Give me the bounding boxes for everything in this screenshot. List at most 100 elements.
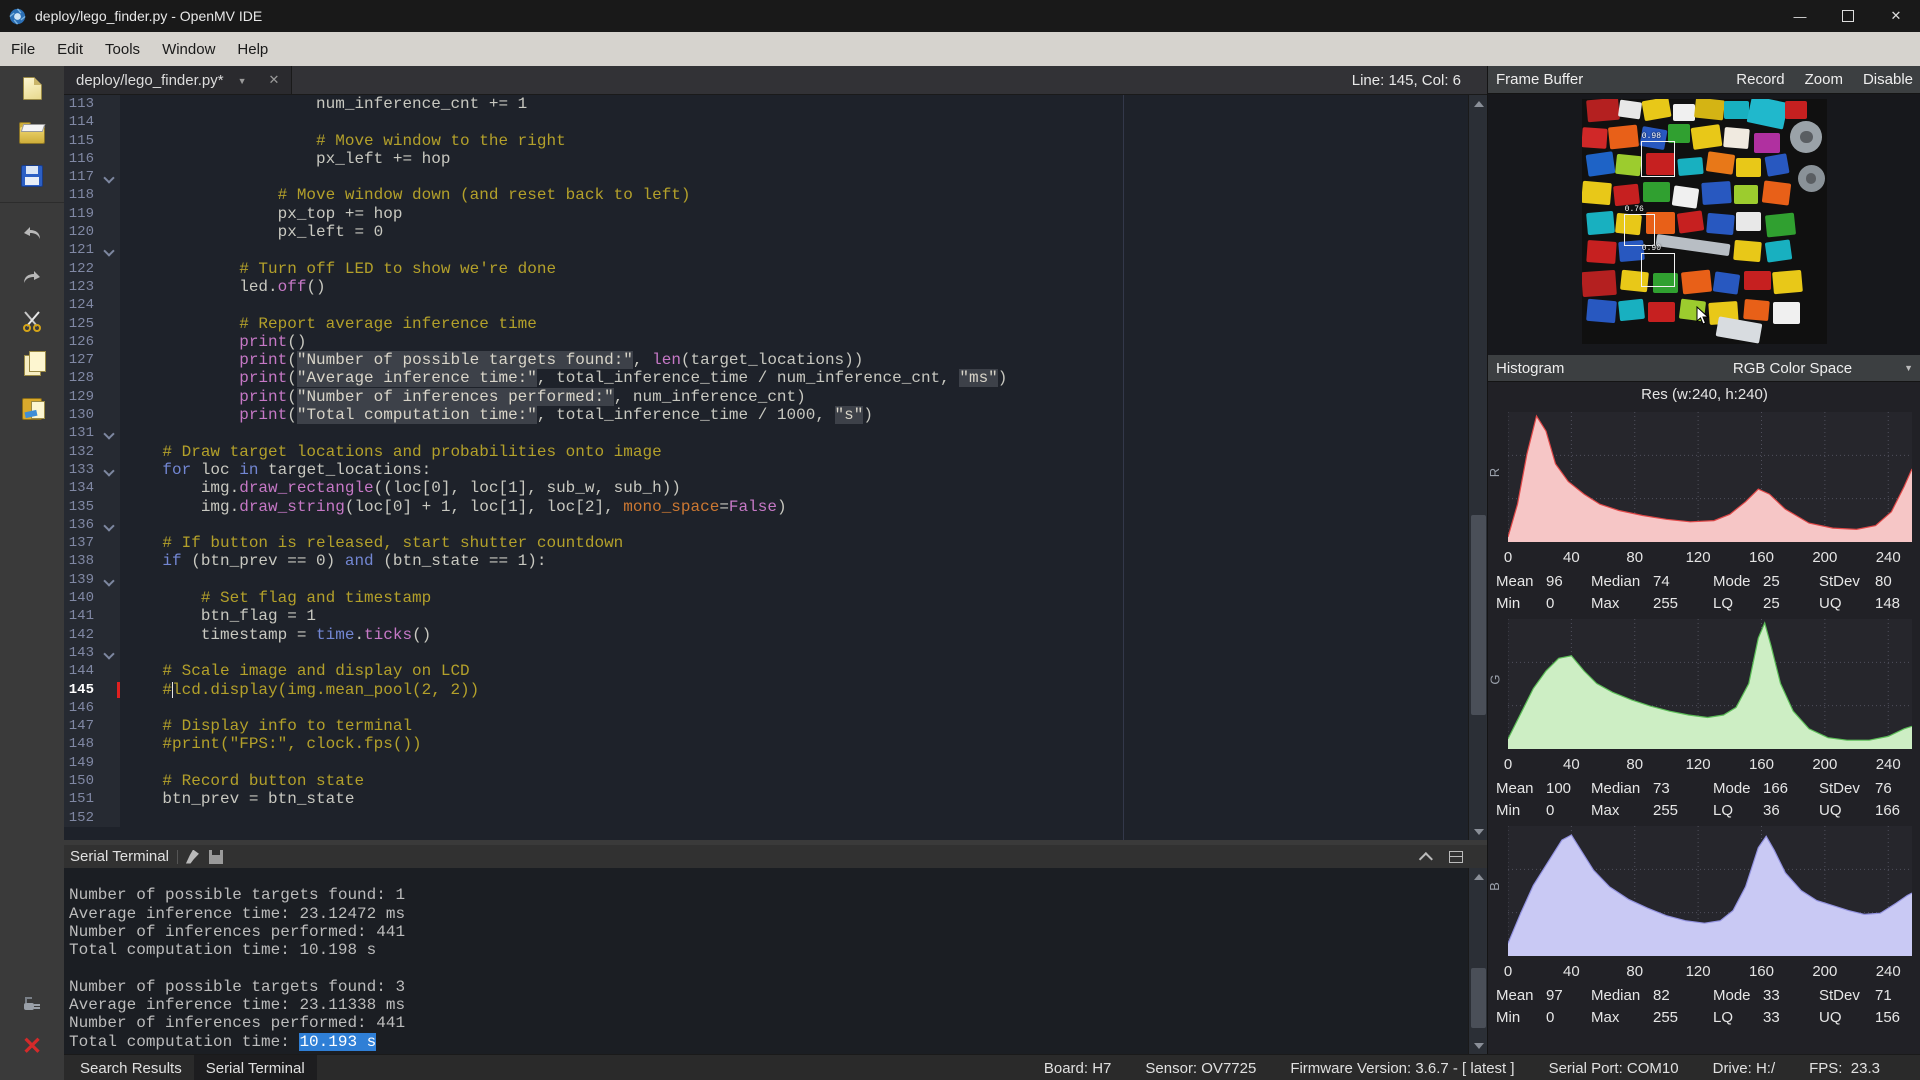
code-line-117[interactable]: 117 [64,168,1487,187]
code-line-124[interactable]: 124 [64,296,1487,315]
openmv-logo-icon [9,7,26,25]
tick-label: 160 [1748,549,1774,566]
terminal-scrollbar-thumb[interactable] [1471,968,1486,1028]
code-line-113[interactable]: 113 num_inference_cnt += 1 [64,95,1487,114]
lego-piece [1713,271,1741,295]
code-line-142[interactable]: 142 timestamp = time.ticks() [64,625,1487,644]
save-file-button[interactable] [0,154,64,198]
code-line-123[interactable]: 123 led.off() [64,277,1487,297]
fold-column [100,406,120,425]
menu-item-file[interactable]: File [0,32,46,66]
redo-button[interactable] [0,255,64,299]
fold-chevron-icon[interactable] [100,515,120,535]
code-line-133[interactable]: 133 for loc in target_locations: [64,460,1487,480]
minimize-button[interactable]: — [1776,0,1824,32]
lego-piece [1736,211,1761,232]
code-line-115[interactable]: 115 # Move window to the right [64,131,1487,150]
fold-chevron-icon[interactable] [100,570,120,590]
code-line-127[interactable]: 127 print("Number of possible targets fo… [64,351,1487,370]
zoom-button[interactable]: Zoom [1805,71,1843,88]
paste-button[interactable] [0,387,64,431]
maximize-button[interactable] [1824,0,1872,32]
colorspace-dropdown[interactable]: RGB Color Space ▼ [1733,360,1920,377]
scroll-down-arrow[interactable] [1469,823,1488,840]
menu-item-edit[interactable]: Edit [46,32,94,66]
code-line-138[interactable]: 138 if (btn_prev == 0) and (btn_state ==… [64,552,1487,571]
code-line-126[interactable]: 126 print() [64,332,1487,352]
code-line-140[interactable]: 140 # Set flag and timestamp [64,589,1487,608]
menu-item-window[interactable]: Window [151,32,226,66]
terminal-scroll-down-arrow[interactable] [1469,1037,1488,1054]
terminal-scrollbar[interactable] [1468,868,1488,1054]
x-axis-ticks: 0 40 80 120 160 200 240 [1488,755,1920,777]
stats-row: Min 0 Max 255 LQ 25 UQ 148 [1488,592,1920,614]
panel-layout-icon[interactable] [1449,850,1463,863]
code-line-148[interactable]: 148 #print("FPS:", clock.fps()) [64,735,1487,754]
code-line-131[interactable]: 131 [64,424,1487,443]
disconnect-button[interactable]: ✕ [0,1024,64,1068]
code-line-144[interactable]: 144 # Scale image and display on LCD [64,662,1487,681]
code-line-120[interactable]: 120 px_left = 0 [64,223,1487,242]
scroll-up-arrow[interactable] [1469,95,1488,112]
code-line-130[interactable]: 130 print("Total computation time:", tot… [64,406,1487,425]
code-line-129[interactable]: 129 print("Number of inferences performe… [64,387,1487,407]
fold-chevron-icon[interactable] [100,168,120,187]
code-line-114[interactable]: 114 [64,113,1487,132]
code-editor[interactable]: 113 num_inference_cnt += 1 114 115 # Move … [64,95,1487,840]
menu-item-help[interactable]: Help [226,32,279,66]
fold-chevron-icon[interactable] [100,424,120,443]
editor-scrollbar-thumb[interactable] [1471,515,1486,715]
code-line-146[interactable]: 146 [64,698,1487,718]
code-line-125[interactable]: 125 # Report average inference time [64,314,1487,333]
code-line-118[interactable]: 118 # Move window down (and reset back t… [64,186,1487,205]
record-button[interactable]: Record [1736,71,1784,88]
code-line-143[interactable]: 143 [64,643,1487,663]
fold-column [100,790,120,809]
collapse-terminal-icon[interactable] [1418,851,1433,866]
code-line-135[interactable]: 135 img.draw_string(loc[0] + 1, loc[1], … [64,497,1487,516]
editor-scrollbar[interactable] [1468,95,1488,840]
lego-piece [1773,302,1801,325]
code-line-132[interactable]: 132 # Draw target locations and probabil… [64,442,1487,461]
save-log-icon[interactable] [208,849,223,864]
connect-button[interactable] [0,984,64,1028]
code-line-151[interactable]: 151 btn_prev = btn_state [64,790,1487,809]
new-file-button[interactable] [0,66,64,110]
fold-chevron-icon[interactable] [100,241,120,260]
menu-item-tools[interactable]: Tools [94,32,151,66]
serial-terminal-output[interactable]: Number of possible targets found: 1 Avera… [64,868,1468,1054]
tab-lego-finder[interactable]: deploy/lego_finder.py* ▼ ✕ [64,66,293,94]
code-line-119[interactable]: 119 px_top += hop [64,204,1487,224]
code-line-121[interactable]: 121 [64,241,1487,260]
tab-close-icon[interactable]: ✕ [265,72,284,88]
tab-dropdown-icon[interactable]: ▼ [238,76,247,86]
open-file-button[interactable] [0,110,64,154]
code-line-147[interactable]: 147 # Display info to terminal [64,717,1487,736]
code-line-134[interactable]: 134 img.draw_rectangle((loc[0], loc[1], … [64,479,1487,498]
code-line-139[interactable]: 139 [64,570,1487,590]
terminal-scroll-up-arrow[interactable] [1469,868,1488,885]
code-line-128[interactable]: 128 print("Average inference time:", tot… [64,369,1487,388]
code-line-141[interactable]: 141 btn_flag = 1 [64,607,1487,626]
code-line-137[interactable]: 137 # If button is released, start shutt… [64,534,1487,553]
code-line-149[interactable]: 149 [64,753,1487,772]
undo-button[interactable] [0,211,64,255]
close-button[interactable]: ✕ [1872,0,1920,32]
clear-terminal-icon[interactable] [185,849,199,864]
fold-chevron-icon[interactable] [100,643,120,663]
stat-min: Min 0 [1496,594,1555,612]
bottom-tab-serial-terminal[interactable]: Serial Terminal [193,1055,317,1080]
code-line-122[interactable]: 122 # Turn off LED to show we're done [64,259,1487,278]
cut-button[interactable] [0,299,64,343]
bottom-tab-search-results[interactable]: Search Results [68,1055,194,1080]
line-number: 139 [64,570,100,590]
disable-button[interactable]: Disable [1863,71,1913,88]
code-line-150[interactable]: 150 # Record button state [64,771,1487,791]
code-line-145[interactable]: 145 #lcd.display(img.mean_pool(2, 2)) [64,680,1487,699]
code-line-152[interactable]: 152 [64,808,1487,827]
fold-chevron-icon[interactable] [100,460,120,480]
line-number: 137 [64,534,100,553]
code-line-136[interactable]: 136 [64,515,1487,535]
copy-button[interactable] [0,343,64,387]
code-line-116[interactable]: 116 px_left += hop [64,149,1487,169]
